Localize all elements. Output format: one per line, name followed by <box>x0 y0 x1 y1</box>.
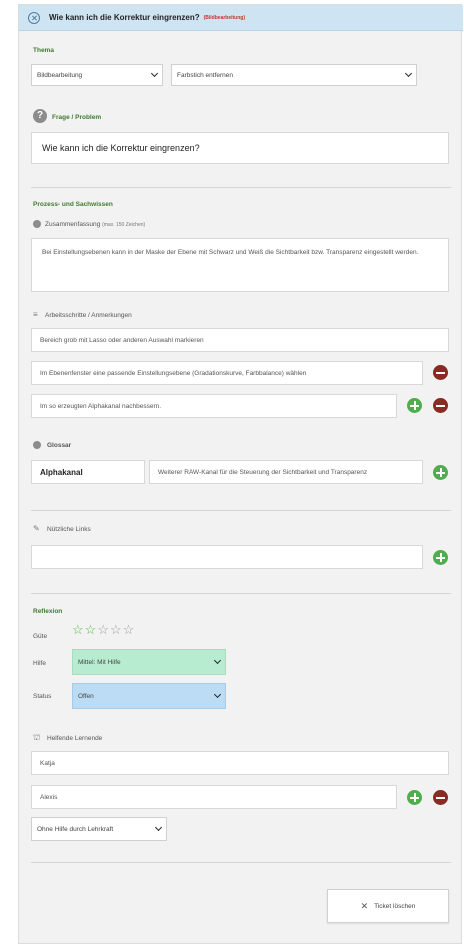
lehrkraft-hilfe-value: Ohne Hilfe durch Lehrkraft <box>37 825 114 833</box>
prozess-label: Prozess- und Sachwissen <box>33 201 113 208</box>
lernende-input-2[interactable]: Alexis <box>31 785 397 809</box>
steps-label: Arbeitsschritte / Anmerkungen <box>45 312 132 319</box>
question-icon: ? <box>33 109 47 123</box>
summary-label-text: Zusammenfassung <box>45 221 101 228</box>
chevron-down-icon <box>404 69 413 78</box>
info-icon <box>33 220 41 228</box>
divider <box>31 862 451 863</box>
hilfe-select[interactable]: Mittel: Mit Hilfe <box>72 649 226 675</box>
remove-step-button[interactable] <box>433 365 448 380</box>
star-icon[interactable]: ☆ <box>85 623 97 636</box>
summary-textarea[interactable]: Bei Einstellungsebenen kann in der Maske… <box>31 238 449 292</box>
close-circle-icon[interactable] <box>28 11 40 24</box>
status-label: Status <box>33 693 52 700</box>
ticket-category-tag: (Bildbearbeitung) <box>203 14 246 21</box>
divider <box>31 510 451 511</box>
link-input[interactable] <box>31 545 423 569</box>
edit-icon: ✎ <box>33 524 40 533</box>
glossar-label: Glossar <box>47 442 72 449</box>
divider <box>31 187 451 188</box>
star-icon[interactable]: ☆ <box>97 623 109 636</box>
delete-ticket-button[interactable]: ✕ Ticket löschen <box>327 889 449 923</box>
add-step-button[interactable] <box>407 398 422 413</box>
subcategory-value: Farbstich entfernen <box>177 71 234 79</box>
chevron-down-icon <box>150 69 159 78</box>
category-select[interactable]: Bildbearbeitung <box>31 64 163 86</box>
add-lernende-button[interactable] <box>407 790 422 805</box>
frage-input[interactable]: Wie kann ich die Korrektur eingrenzen? <box>31 132 449 164</box>
category-value: Bildbearbeitung <box>37 71 83 79</box>
reflexion-label: Reflexion <box>33 608 63 615</box>
step-input-1[interactable]: Bereich grob mit Lasso oder anderen Ausw… <box>31 328 449 352</box>
glossar-definition-input[interactable]: Weiterer RAW-Kanal für die Steuerung der… <box>149 460 423 484</box>
chevron-down-icon <box>213 656 222 665</box>
add-glossar-button[interactable] <box>433 465 448 480</box>
hilfe-label: Hilfe <box>33 660 47 667</box>
status-value: Offen <box>78 692 94 700</box>
close-icon: ✕ <box>360 900 369 911</box>
chevron-down-icon <box>154 823 163 832</box>
lernende-label: Helfende Lernende <box>47 735 103 742</box>
ticket-panel: Wie kann ich die Korrektur eingrenzen? (… <box>18 4 463 944</box>
star-icon[interactable]: ☆ <box>123 623 135 636</box>
list-icon: ≡ <box>33 310 38 319</box>
rating-stars[interactable]: ☆☆☆☆☆ <box>72 623 135 636</box>
subcategory-select[interactable]: Farbstich entfernen <box>171 64 417 86</box>
step-input-2[interactable]: Im Ebenenfenster eine passende Einstellu… <box>31 361 423 385</box>
remove-lernende-button[interactable] <box>433 790 448 805</box>
chevron-down-icon <box>213 690 222 699</box>
ticket-header: Wie kann ich die Korrektur eingrenzen? (… <box>19 5 463 31</box>
status-select[interactable]: Offen <box>72 683 226 709</box>
hilfe-value: Mittel: Mit Hilfe <box>78 658 121 666</box>
guete-label: Güte <box>33 633 48 640</box>
summary-label: Zusammenfassung (max. 150 Zeichen) <box>45 221 145 228</box>
links-label: Nützliche Links <box>47 526 91 533</box>
ticket-title: Wie kann ich die Korrektur eingrenzen? <box>49 13 200 22</box>
frage-label: Frage / Problem <box>52 114 102 121</box>
thema-label: Thema <box>33 47 54 54</box>
lehrkraft-hilfe-select[interactable]: Ohne Hilfe durch Lehrkraft <box>31 817 167 841</box>
lernende-input-1[interactable]: Katja <box>31 751 449 775</box>
star-icon[interactable]: ☆ <box>110 623 122 636</box>
add-link-button[interactable] <box>433 550 448 565</box>
summary-hint: (max. 150 Zeichen) <box>102 222 146 228</box>
people-icon: ⛫ <box>33 733 41 742</box>
divider <box>31 593 451 594</box>
glossary-icon <box>33 441 41 449</box>
step-input-3[interactable]: Im so erzeugten Alphakanal nachbessern. <box>31 394 397 418</box>
glossar-term-input[interactable]: Alphakanal <box>31 460 145 484</box>
remove-step-button[interactable] <box>433 398 448 413</box>
delete-ticket-label: Ticket löschen <box>374 902 416 910</box>
star-icon[interactable]: ☆ <box>72 623 84 636</box>
